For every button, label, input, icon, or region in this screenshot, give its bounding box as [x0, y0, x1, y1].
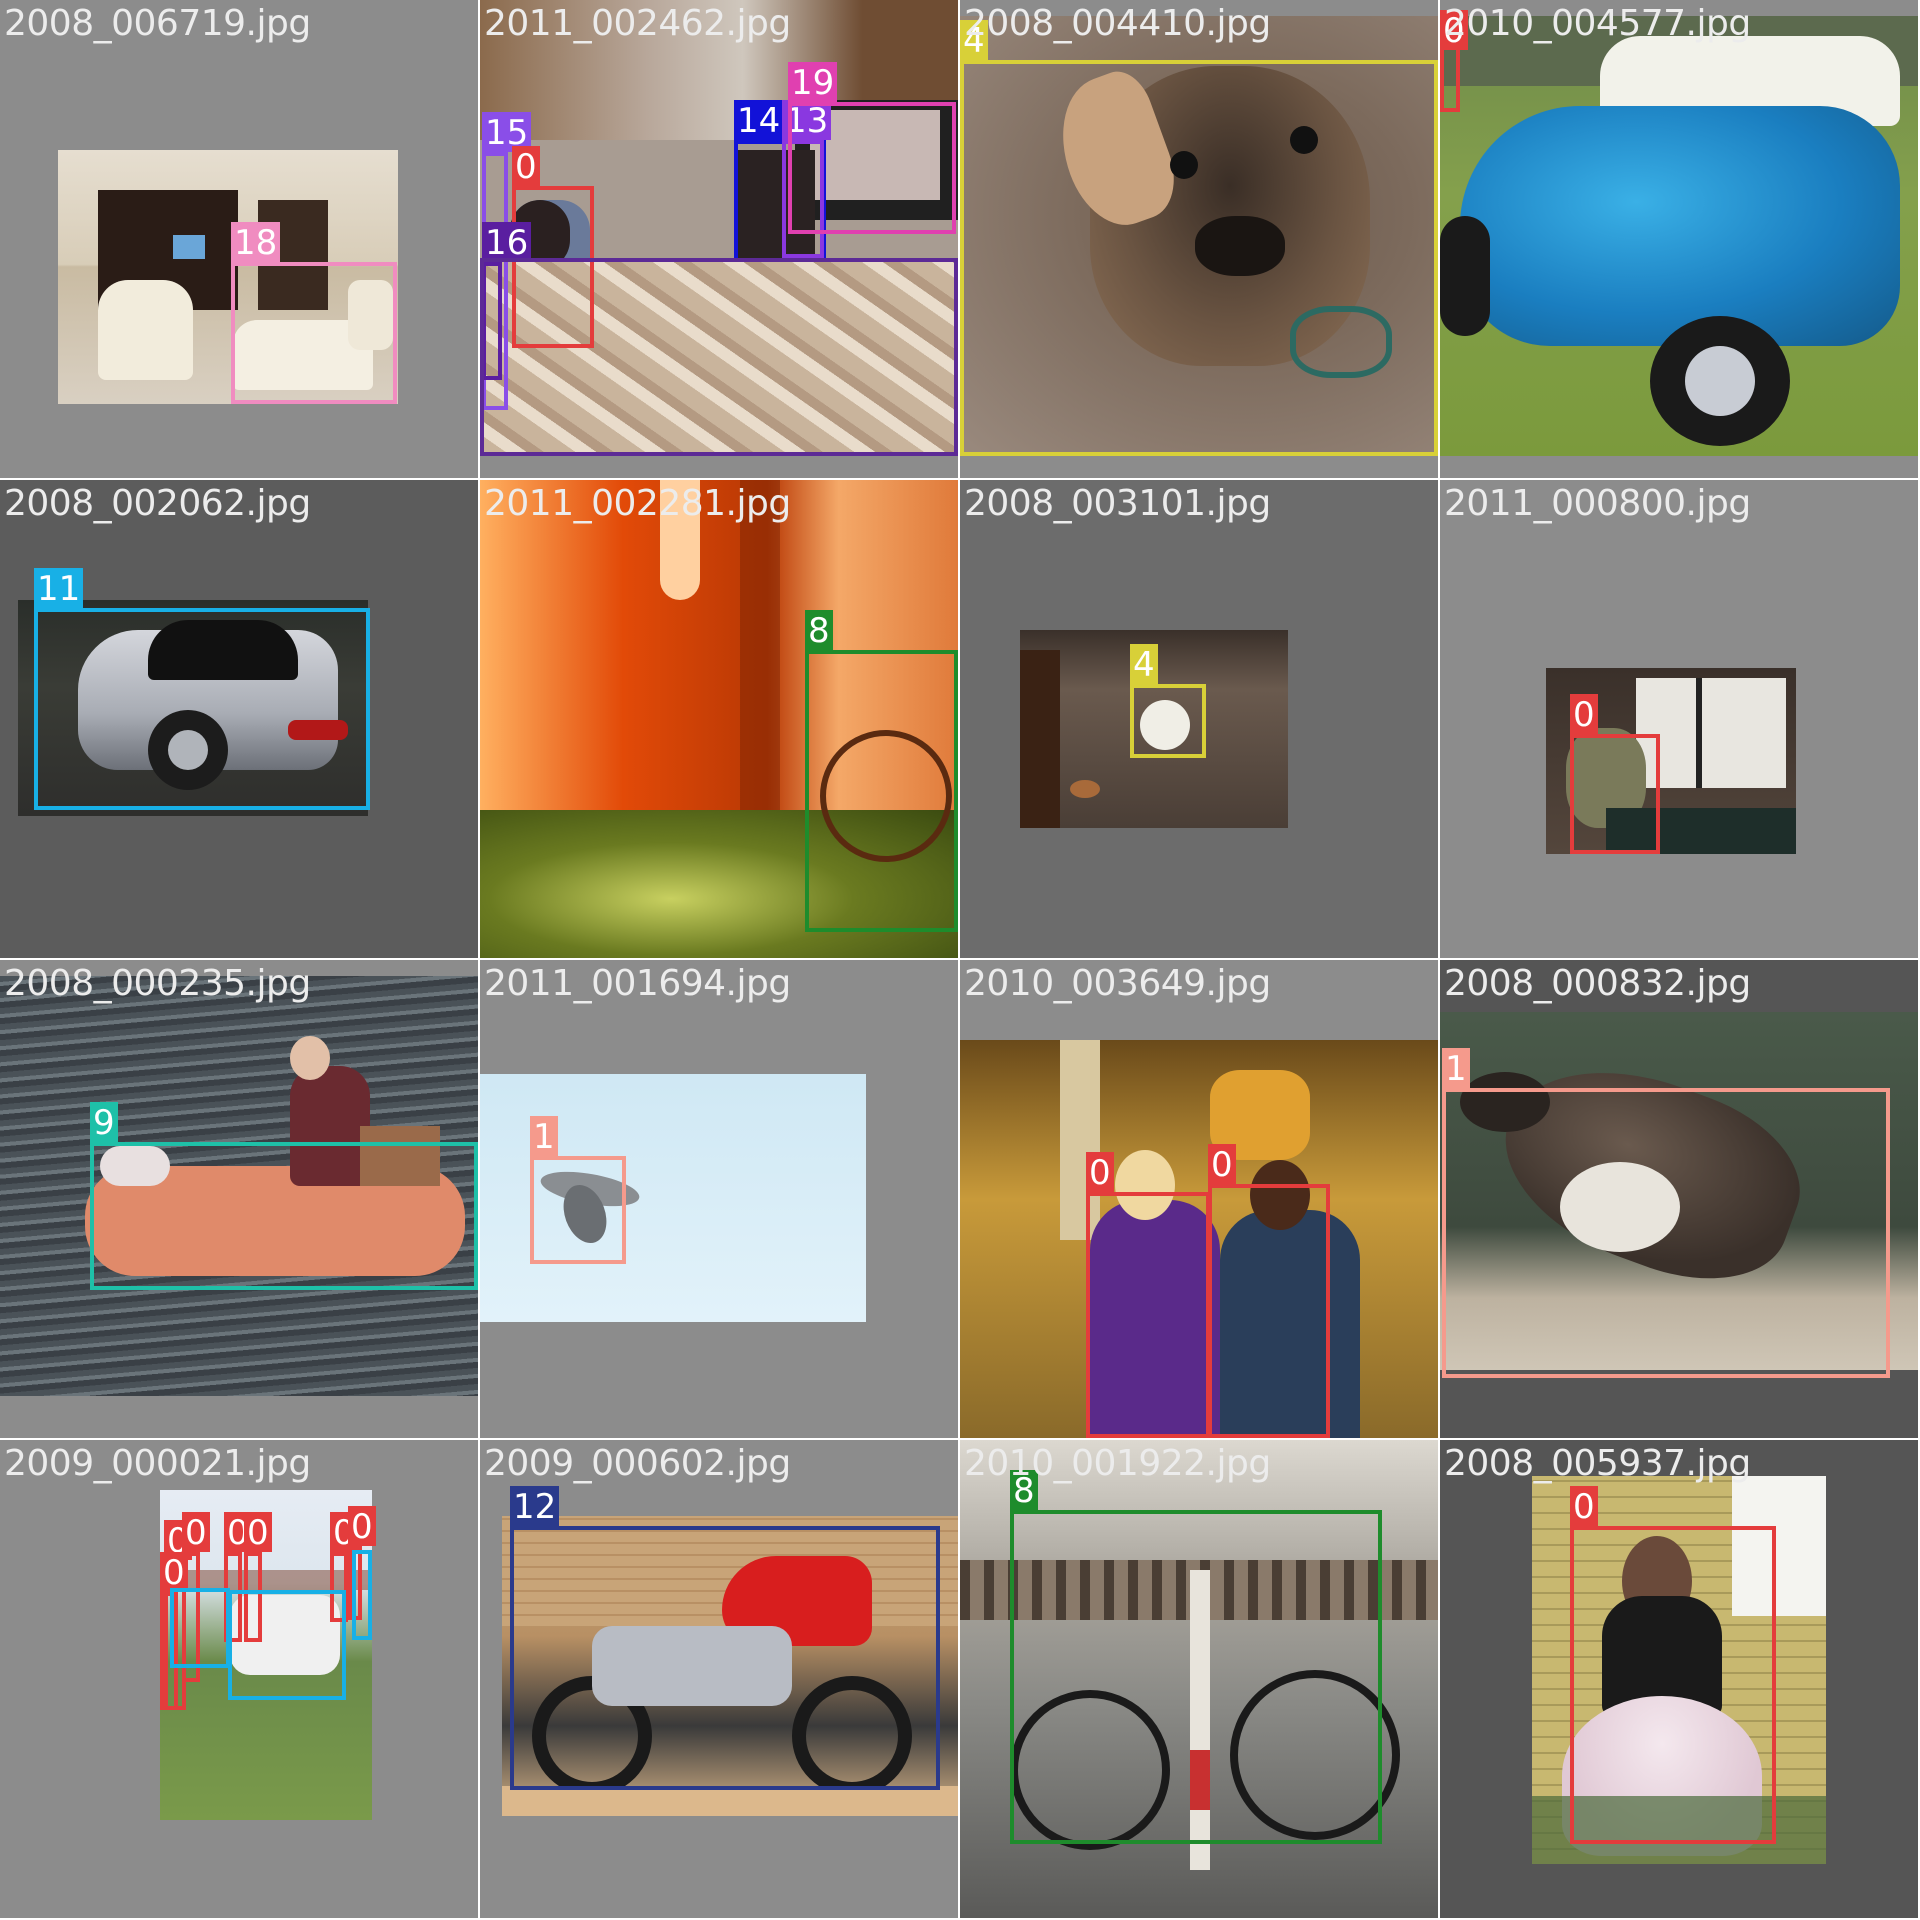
- bounding-box[interactable]: 19: [788, 62, 956, 234]
- bounding-box[interactable]: 0: [1570, 1486, 1776, 1844]
- bbox-class-label: 8: [805, 610, 833, 651]
- grid-tile[interactable]: 2008_000235.jpg 9: [0, 960, 478, 1438]
- tile-filename: 2008_006719.jpg: [4, 3, 311, 44]
- tile-filename: 2011_001694.jpg: [484, 963, 791, 1004]
- bounding-box[interactable]: [228, 1590, 346, 1700]
- bbox-class-label: 11: [34, 568, 84, 609]
- tile-filename: 2009_000021.jpg: [4, 1443, 311, 1484]
- bbox-class-label: 0: [348, 1506, 376, 1547]
- grid-tile[interactable]: 2009_000602.jpg 12: [480, 1440, 958, 1918]
- bbox-class-label: 14: [734, 100, 784, 141]
- tile-filename: 2008_003101.jpg: [964, 483, 1271, 524]
- grid-tile[interactable]: 2010_003649.jpg 0 0: [960, 960, 1438, 1438]
- bbox-class-label: 0: [160, 1552, 188, 1593]
- bounding-box[interactable]: 18: [231, 222, 397, 404]
- bounding-box[interactable]: 8: [1010, 1470, 1382, 1844]
- bounding-box[interactable]: [170, 1588, 230, 1668]
- tile-filename: 2011_000800.jpg: [1444, 483, 1751, 524]
- grid-tile[interactable]: 2011_001694.jpg 1: [480, 960, 958, 1438]
- bounding-box[interactable]: 1: [530, 1116, 626, 1264]
- tile-filename: 2008_005937.jpg: [1444, 1443, 1751, 1484]
- bounding-box[interactable]: 12: [510, 1486, 940, 1790]
- bounding-box[interactable]: 1: [1442, 1048, 1890, 1378]
- bbox-class-label: 12: [510, 1486, 560, 1527]
- tile-filename: 2010_004577.jpg: [1444, 3, 1751, 44]
- bounding-box[interactable]: 0: [1208, 1144, 1330, 1438]
- bbox-class-label: 0: [1570, 694, 1598, 735]
- tile-photo: [1440, 16, 1918, 456]
- grid-tile[interactable]: 2010_001922.jpg 8: [960, 1440, 1438, 1918]
- tile-filename: 2008_000832.jpg: [1444, 963, 1751, 1004]
- tile-filename: 2008_002062.jpg: [4, 483, 311, 524]
- bbox-class-label: 1: [1442, 1048, 1470, 1089]
- bbox-class-label: 1: [530, 1116, 558, 1157]
- image-grid: 2008_006719.jpg 18 2011_002462.jpg 15 0 …: [0, 0, 1920, 1920]
- grid-tile[interactable]: 2008_004410.jpg 4: [960, 0, 1438, 478]
- bounding-box[interactable]: 9: [90, 1102, 478, 1290]
- grid-tile[interactable]: 2008_005937.jpg 0: [1440, 1440, 1918, 1918]
- bounding-box[interactable]: 0: [1570, 694, 1660, 854]
- bounding-box[interactable]: 4: [960, 20, 1438, 456]
- grid-tile[interactable]: 2011_002281.jpg 8: [480, 480, 958, 958]
- tile-filename: 2011_002281.jpg: [484, 483, 791, 524]
- grid-tile[interactable]: 2008_000832.jpg 1: [1440, 960, 1918, 1438]
- tile-filename: 2010_003649.jpg: [964, 963, 1271, 1004]
- bounding-box[interactable]: 4: [1130, 644, 1206, 758]
- grid-tile[interactable]: 2008_003101.jpg 4: [960, 480, 1438, 958]
- bbox-class-label: 0: [512, 146, 540, 187]
- bounding-box[interactable]: [352, 1550, 372, 1640]
- grid-tile[interactable]: 2008_002062.jpg 11: [0, 480, 478, 958]
- grid-tile[interactable]: 2010_004577.jpg 0: [1440, 0, 1918, 478]
- bounding-box[interactable]: 0: [1086, 1152, 1210, 1438]
- grid-tile[interactable]: 2008_006719.jpg 18: [0, 0, 478, 478]
- bbox-class-label: 16: [482, 222, 532, 263]
- bbox-class-label: 18: [231, 222, 281, 263]
- bbox-class-label: 0: [182, 1512, 210, 1553]
- grid-tile[interactable]: 2011_000800.jpg 0: [1440, 480, 1918, 958]
- grid-tile[interactable]: 2011_002462.jpg 15 0 16 14 13 19: [480, 0, 958, 478]
- tile-filename: 2008_000235.jpg: [4, 963, 311, 1004]
- bbox-class-label: 19: [788, 62, 838, 103]
- bounding-box[interactable]: 11: [34, 568, 370, 810]
- bbox-class-label: 4: [1130, 644, 1158, 685]
- tile-filename: 2009_000602.jpg: [484, 1443, 791, 1484]
- tile-filename: 2008_004410.jpg: [964, 3, 1271, 44]
- tile-filename: 2010_001922.jpg: [964, 1443, 1271, 1484]
- bbox-class-label: 9: [90, 1102, 118, 1143]
- bbox-class-label: 0: [1208, 1144, 1236, 1185]
- bbox-class-label: 0: [1570, 1486, 1598, 1527]
- bounding-box[interactable]: 8: [805, 610, 958, 932]
- bounding-box[interactable]: [480, 258, 958, 456]
- bbox-class-label: 0: [244, 1512, 272, 1553]
- tile-filename: 2011_002462.jpg: [484, 3, 791, 44]
- bbox-class-label: 0: [1086, 1152, 1114, 1193]
- grid-tile[interactable]: 2009_000021.jpg 0 0 0 0 0 0 0: [0, 1440, 478, 1918]
